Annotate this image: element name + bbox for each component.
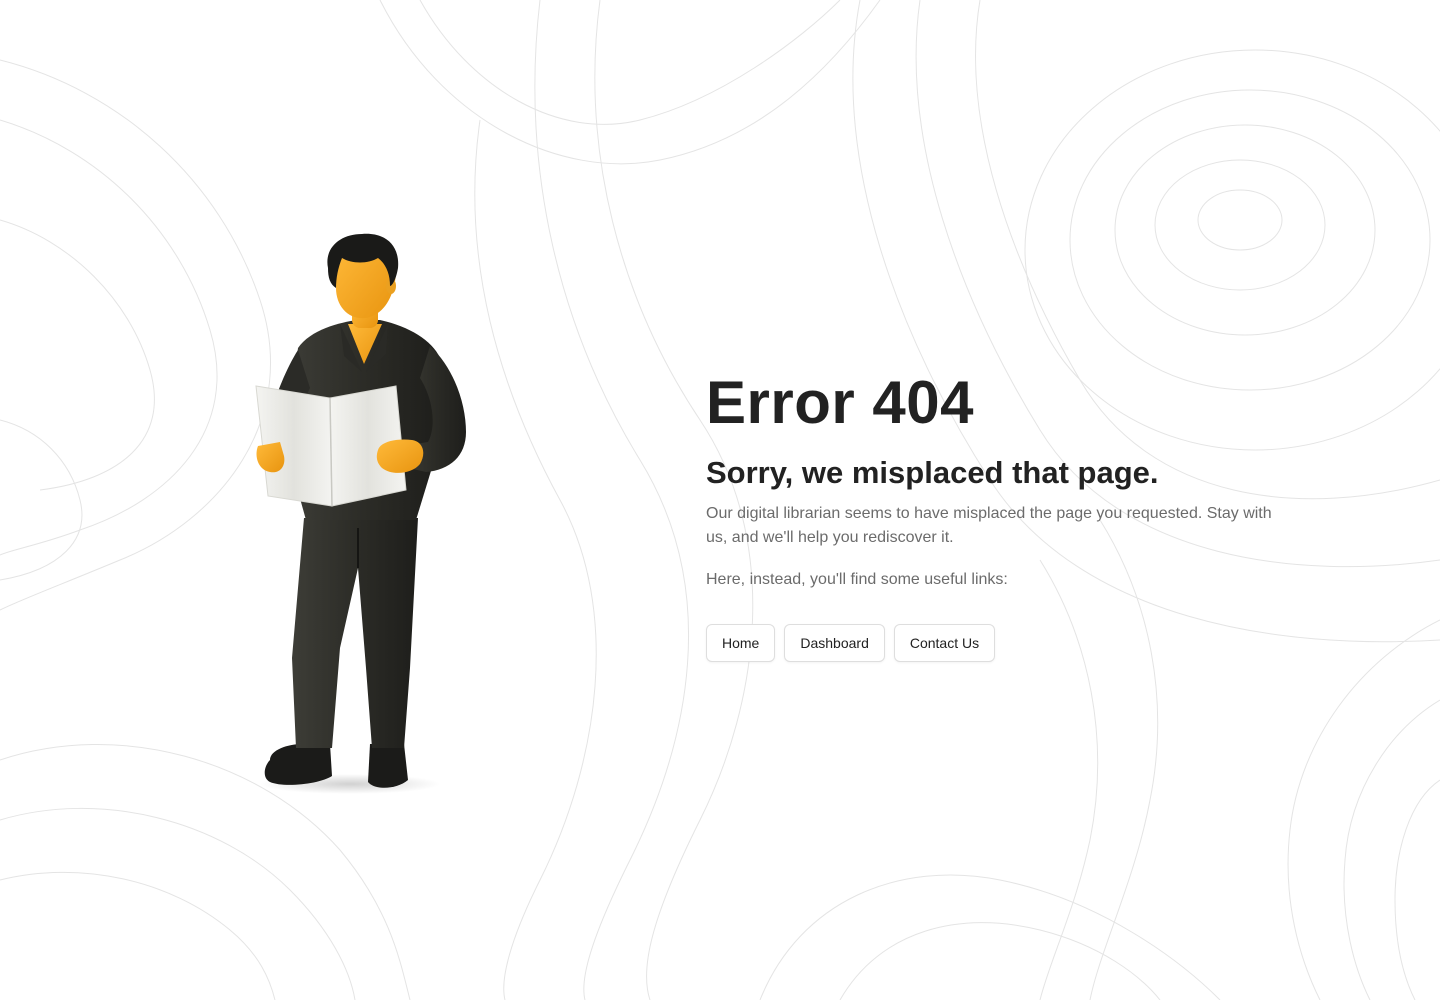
contact-us-link-button[interactable]: Contact Us [893, 624, 996, 662]
home-link-button[interactable]: Home [706, 624, 776, 662]
man-reading-map-illustration [255, 233, 466, 794]
dashboard-link-button[interactable]: Dashboard [784, 624, 885, 662]
useful-links: Home Dashboard Contact Us [706, 624, 1286, 662]
links-intro: Here, instead, you'll find some useful l… [706, 571, 1008, 588]
error-subtitle: Sorry, we misplaced that page. [706, 455, 1159, 490]
error-description: Our digital librarian seems to have misp… [706, 505, 1272, 546]
error-content: Error 404 Sorry, we misplaced that page.… [706, 370, 1286, 662]
error-title: Error 404 [706, 369, 974, 436]
